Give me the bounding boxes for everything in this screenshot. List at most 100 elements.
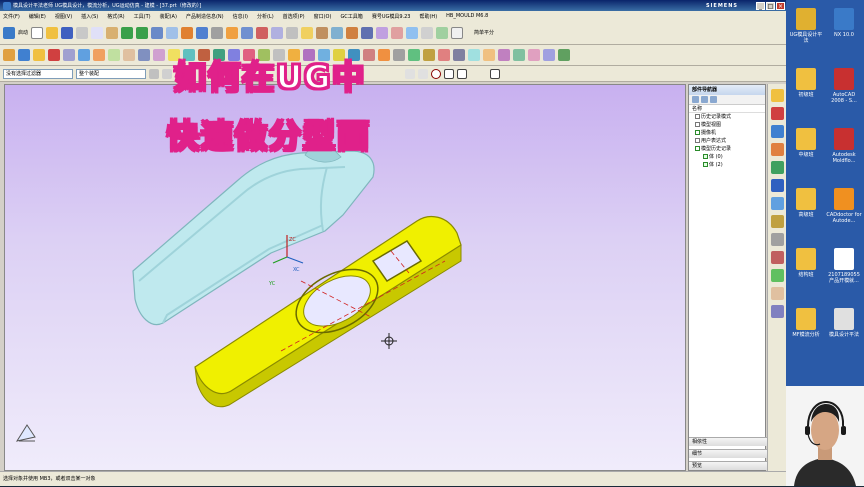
bridge-curve-icon[interactable]	[543, 49, 555, 61]
snap-icon[interactable]	[451, 26, 464, 39]
slot-icon[interactable]	[108, 49, 120, 61]
dependencies-section[interactable]: 相依性	[689, 437, 767, 446]
measure-icon[interactable]	[421, 26, 434, 39]
desktop-icon-beginner[interactable]: 初级班	[788, 68, 824, 98]
menu-gc-toolkit[interactable]: GC工具箱	[340, 13, 362, 20]
blend-icon[interactable]	[301, 26, 314, 39]
menu-tools[interactable]: 工具(T)	[134, 13, 151, 20]
desktop-icon-mf-analysis[interactable]: MF模流分析	[788, 308, 824, 338]
trim-sheet-icon[interactable]	[423, 49, 435, 61]
preview-section[interactable]: 预览	[689, 461, 767, 470]
rib-icon[interactable]	[138, 49, 150, 61]
system-materials-icon[interactable]	[770, 215, 784, 228]
pad-icon[interactable]	[93, 49, 105, 61]
pocket-icon[interactable]	[78, 49, 90, 61]
groove-icon[interactable]	[123, 49, 135, 61]
palette-icon[interactable]	[770, 305, 784, 318]
shell-icon[interactable]	[331, 26, 344, 39]
menu-insert[interactable]: 插入(S)	[81, 13, 98, 20]
redo-icon[interactable]	[136, 26, 149, 39]
datum-plane-icon[interactable]	[271, 26, 284, 39]
desktop-icon-mold-design[interactable]: 模具设计平法	[826, 308, 862, 338]
part-navigator-icon[interactable]	[770, 125, 784, 138]
expand-icon[interactable]	[701, 96, 708, 103]
body-checkbox[interactable]	[703, 162, 708, 167]
open-folder-icon[interactable]	[46, 26, 59, 39]
subtract-icon[interactable]	[361, 26, 374, 39]
shaded-view-icon[interactable]	[196, 26, 209, 39]
thicken-icon[interactable]	[378, 49, 390, 61]
tree-node-history-mode[interactable]: 历史记录模式	[689, 113, 765, 121]
menu-edit[interactable]: 编辑(E)	[29, 13, 46, 20]
desktop-icon-intermediate[interactable]: 中级班	[788, 128, 824, 158]
tree-node-cameras[interactable]: 摄像机	[689, 129, 765, 137]
join-curve-icon[interactable]	[558, 49, 570, 61]
menu-mold-plugin[interactable]: 赛号UG模具9.23	[372, 13, 411, 20]
sketch-icon[interactable]	[226, 26, 239, 39]
wireframe-icon[interactable]	[211, 26, 224, 39]
revolve-icon[interactable]	[256, 26, 269, 39]
assembly-scope-dropdown[interactable]: 整个装配	[76, 68, 146, 79]
start-icon[interactable]	[3, 26, 15, 39]
undo-icon[interactable]	[121, 26, 134, 39]
menu-info[interactable]: 信息(I)	[233, 13, 248, 20]
close-button[interactable]: ×	[776, 1, 785, 10]
cut-icon[interactable]	[76, 26, 89, 39]
process-studio-icon[interactable]	[770, 233, 784, 246]
rotate-icon[interactable]	[181, 26, 194, 39]
desktop-icon-moldflow[interactable]: Autodesk Moldflo...	[826, 128, 862, 164]
draft-icon[interactable]	[153, 49, 165, 61]
cylinder-icon[interactable]	[18, 49, 30, 61]
desktop-icon-caddoctor[interactable]: CADdoctor for Autode...	[826, 188, 862, 224]
tree-node-model-views[interactable]: 模型视图	[689, 121, 765, 129]
copy-icon[interactable]	[91, 26, 104, 39]
filter-icon[interactable]	[710, 96, 717, 103]
snap-point-on-curve-icon[interactable]	[457, 68, 467, 79]
reuse-library-icon[interactable]	[770, 143, 784, 156]
assembly-navigator-icon[interactable]	[770, 89, 784, 102]
start-button[interactable]: 启动	[18, 29, 28, 36]
boss-icon[interactable]	[63, 49, 75, 61]
web-browser-icon[interactable]	[770, 179, 784, 192]
tree-node-model-history[interactable]: 模型历史记录	[689, 145, 765, 153]
chamfer-icon[interactable]	[316, 26, 329, 39]
snap-midpoint-icon[interactable]	[418, 68, 428, 79]
snap-center-icon[interactable]	[431, 68, 441, 79]
minimize-button[interactable]: _	[756, 1, 765, 10]
layer-icon[interactable]	[436, 26, 449, 39]
tree-node-body-2[interactable]: 体 (2)	[689, 161, 765, 169]
menu-assembly[interactable]: 装配(A)	[160, 13, 177, 20]
spline-icon[interactable]	[483, 49, 495, 61]
desktop-icon-autocad[interactable]: AutoCAD 2008 - S...	[826, 68, 862, 104]
menu-hb-mould[interactable]: HB_MOULD M6.8	[446, 13, 488, 19]
offset-face-icon[interactable]	[406, 26, 419, 39]
hd3d-tools-icon[interactable]	[770, 161, 784, 174]
desktop-icon-advanced[interactable]: 高级班	[788, 188, 824, 218]
simple-split-label[interactable]: 简单平分	[474, 29, 494, 36]
menu-window[interactable]: 窗口(O)	[314, 13, 332, 20]
body-checkbox[interactable]	[703, 154, 708, 159]
menu-pmi[interactable]: 产品制造信息(N)	[186, 13, 224, 20]
constraint-navigator-icon[interactable]	[770, 107, 784, 120]
window-icon[interactable]	[151, 26, 164, 39]
tree-node-body-0[interactable]: 体 (0)	[689, 153, 765, 161]
selection-filter-dropdown[interactable]: 没有选择过滤器	[3, 68, 73, 79]
trim-body-icon[interactable]	[391, 26, 404, 39]
unite-icon[interactable]	[346, 26, 359, 39]
menu-format[interactable]: 格式(R)	[107, 13, 124, 20]
intersect-icon[interactable]	[376, 26, 389, 39]
manufacturing-wizards-icon[interactable]	[770, 251, 784, 264]
collapse-icon[interactable]	[692, 96, 699, 103]
arc-icon[interactable]	[468, 49, 480, 61]
tree-node-expressions[interactable]: 用户表达式	[689, 137, 765, 145]
desktop-icon-structure[interactable]: 结构班	[788, 248, 824, 278]
box-icon[interactable]	[3, 49, 15, 61]
offset-curve-icon[interactable]	[528, 49, 540, 61]
intersection-curve-icon[interactable]	[513, 49, 525, 61]
curve-icon[interactable]	[438, 49, 450, 61]
details-section[interactable]: 细节	[689, 449, 767, 458]
select-all-icon[interactable]	[149, 68, 159, 79]
desktop-icon-doc[interactable]: 2107189055 产品开模就...	[826, 248, 862, 284]
offset-surface-icon[interactable]	[393, 49, 405, 61]
filter-icon[interactable]	[162, 68, 172, 79]
